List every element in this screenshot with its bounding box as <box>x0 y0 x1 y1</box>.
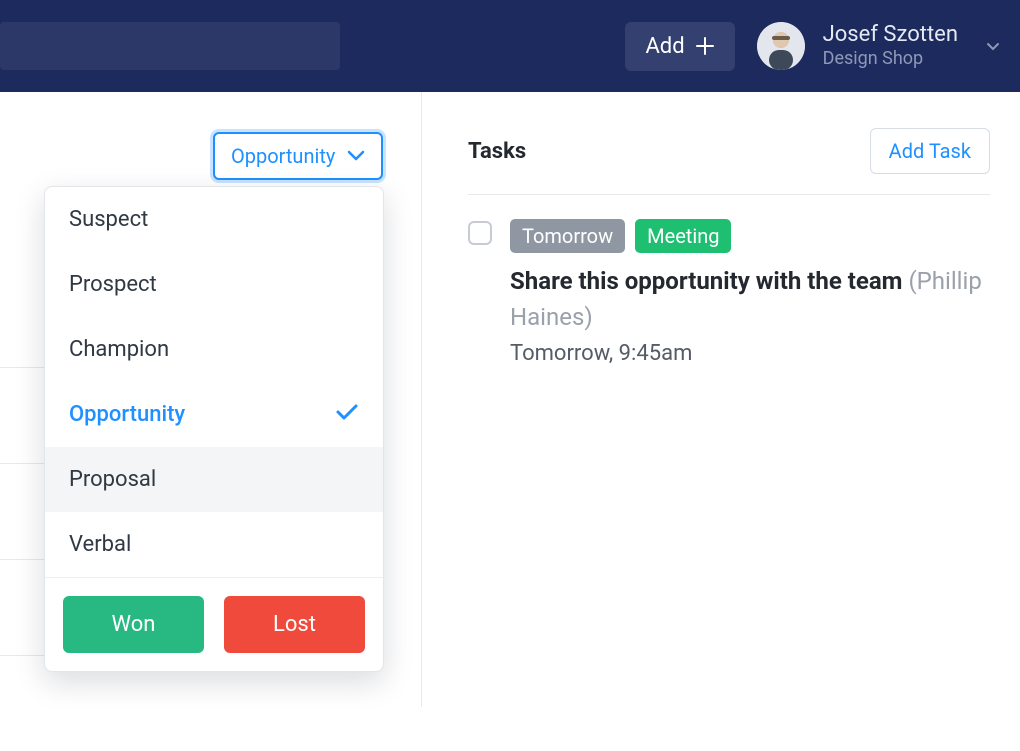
task-timestamp: Tomorrow, 9:45am <box>510 341 990 366</box>
tasks-heading: Tasks <box>468 139 526 164</box>
add-task-button[interactable]: Add Task <box>870 128 990 174</box>
task-checkbox[interactable] <box>468 221 492 245</box>
stage-option-label: Champion <box>69 337 169 362</box>
top-navbar: Add Josef Szotten Design Shop <box>0 0 1020 92</box>
stage-option-label: Opportunity <box>69 402 185 427</box>
tasks-header: Tasks Add Task <box>468 128 990 195</box>
user-avatar[interactable] <box>757 22 805 70</box>
stage-option-champion[interactable]: Champion <box>45 317 383 382</box>
stage-option-verbal[interactable]: Verbal <box>45 512 383 577</box>
stage-option-suspect[interactable]: Suspect <box>45 187 383 252</box>
stage-dropdown-footer: Won Lost <box>45 577 383 671</box>
stage-option-label: Prospect <box>69 272 157 297</box>
task-time-badge: Tomorrow <box>510 219 625 253</box>
chevron-down-icon <box>347 150 365 162</box>
task-title-line[interactable]: Share this opportunity with the team (Ph… <box>510 263 990 335</box>
stage-option-proposal[interactable]: Proposal <box>45 447 383 512</box>
stage-option-label: Proposal <box>69 467 156 492</box>
left-pane: Opportunity Suspect Prospect Champion Oppor… <box>0 92 422 707</box>
task-type-badge: Meeting <box>635 219 731 253</box>
lost-button[interactable]: Lost <box>224 596 365 653</box>
caret-down-icon[interactable] <box>986 37 1000 56</box>
stage-dropdown: Suspect Prospect Champion Opportunity Propos… <box>44 186 384 672</box>
task-badges: Tomorrow Meeting <box>510 219 990 253</box>
add-button-label: Add <box>645 34 684 59</box>
left-rule-lines <box>0 367 45 751</box>
plus-icon <box>695 36 715 56</box>
user-name: Josef Szotten <box>823 22 958 48</box>
task-body: Tomorrow Meeting Share this opportunity … <box>510 219 990 366</box>
user-menu[interactable]: Josef Szotten Design Shop <box>823 22 958 70</box>
content-area: Opportunity Suspect Prospect Champion Oppor… <box>0 92 1020 707</box>
check-icon <box>335 402 359 427</box>
stage-select-trigger[interactable]: Opportunity <box>213 132 383 180</box>
stage-option-opportunity[interactable]: Opportunity <box>45 382 383 447</box>
stage-trigger-label: Opportunity <box>231 144 335 168</box>
right-pane: Tasks Add Task Tomorrow Meeting Share th… <box>422 92 1020 707</box>
user-company: Design Shop <box>823 48 958 70</box>
stage-option-prospect[interactable]: Prospect <box>45 252 383 317</box>
task-title: Share this opportunity with the team <box>510 267 902 295</box>
won-button[interactable]: Won <box>63 596 204 653</box>
stage-option-label: Verbal <box>69 532 131 557</box>
add-button[interactable]: Add <box>625 22 734 71</box>
stage-option-label: Suspect <box>69 207 148 232</box>
search-input[interactable] <box>0 22 340 70</box>
task-row: Tomorrow Meeting Share this opportunity … <box>468 195 990 366</box>
